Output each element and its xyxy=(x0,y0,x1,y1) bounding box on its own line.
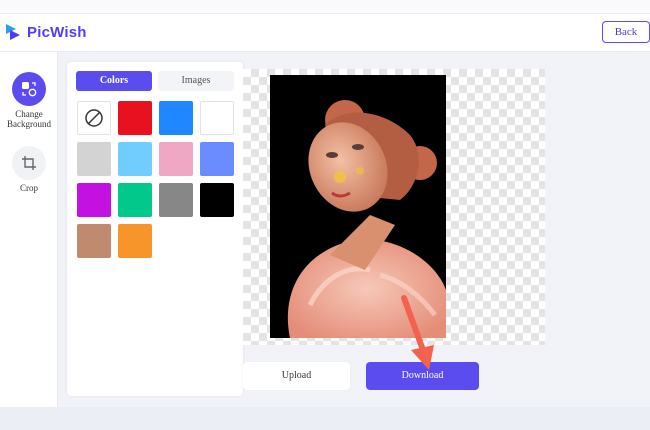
swatch-periwinkle[interactable] xyxy=(200,142,234,176)
swatch-orange[interactable] xyxy=(118,224,152,258)
upload-button[interactable]: Upload xyxy=(243,362,350,390)
download-button[interactable]: Download xyxy=(366,362,479,390)
swatch-green[interactable] xyxy=(118,183,152,217)
cutout-portrait-image[interactable] xyxy=(270,75,446,338)
swatch-pink[interactable] xyxy=(159,142,193,176)
tool-label-line1: Change xyxy=(15,109,43,119)
change-background-icon xyxy=(12,72,46,106)
brand-name: PicWish xyxy=(27,23,87,41)
swatch-black[interactable] xyxy=(200,183,234,217)
tool-label-line2: Background xyxy=(7,119,51,129)
tool-crop[interactable]: Crop xyxy=(0,146,58,193)
tab-colors[interactable]: Colors xyxy=(76,71,152,91)
back-button[interactable]: Back xyxy=(602,21,650,43)
tool-change-background[interactable]: Change Background xyxy=(0,72,58,129)
swatch-gray[interactable] xyxy=(159,183,193,217)
top-strip xyxy=(0,0,650,14)
swatch-white[interactable] xyxy=(200,101,234,135)
swatch-purple[interactable] xyxy=(77,183,111,217)
app-header: PicWish Back xyxy=(0,14,650,52)
crop-icon xyxy=(12,146,46,180)
picwish-logo[interactable]: PicWish xyxy=(4,22,87,42)
picwish-logo-icon xyxy=(6,24,20,40)
bottom-shade xyxy=(0,407,650,430)
swatch-red[interactable] xyxy=(118,101,152,135)
swatch-none[interactable] xyxy=(77,101,111,135)
tool-sidebar: Change Background Crop xyxy=(0,52,58,407)
swatch-light-gray[interactable] xyxy=(77,142,111,176)
tool-label: Crop xyxy=(20,183,38,193)
no-color-icon xyxy=(85,109,103,127)
swatch-tan[interactable] xyxy=(77,224,111,258)
background-panel: Colors Images xyxy=(67,62,243,396)
swatch-blue[interactable] xyxy=(159,101,193,135)
tab-images[interactable]: Images xyxy=(158,71,234,91)
swatch-sky-blue[interactable] xyxy=(118,142,152,176)
